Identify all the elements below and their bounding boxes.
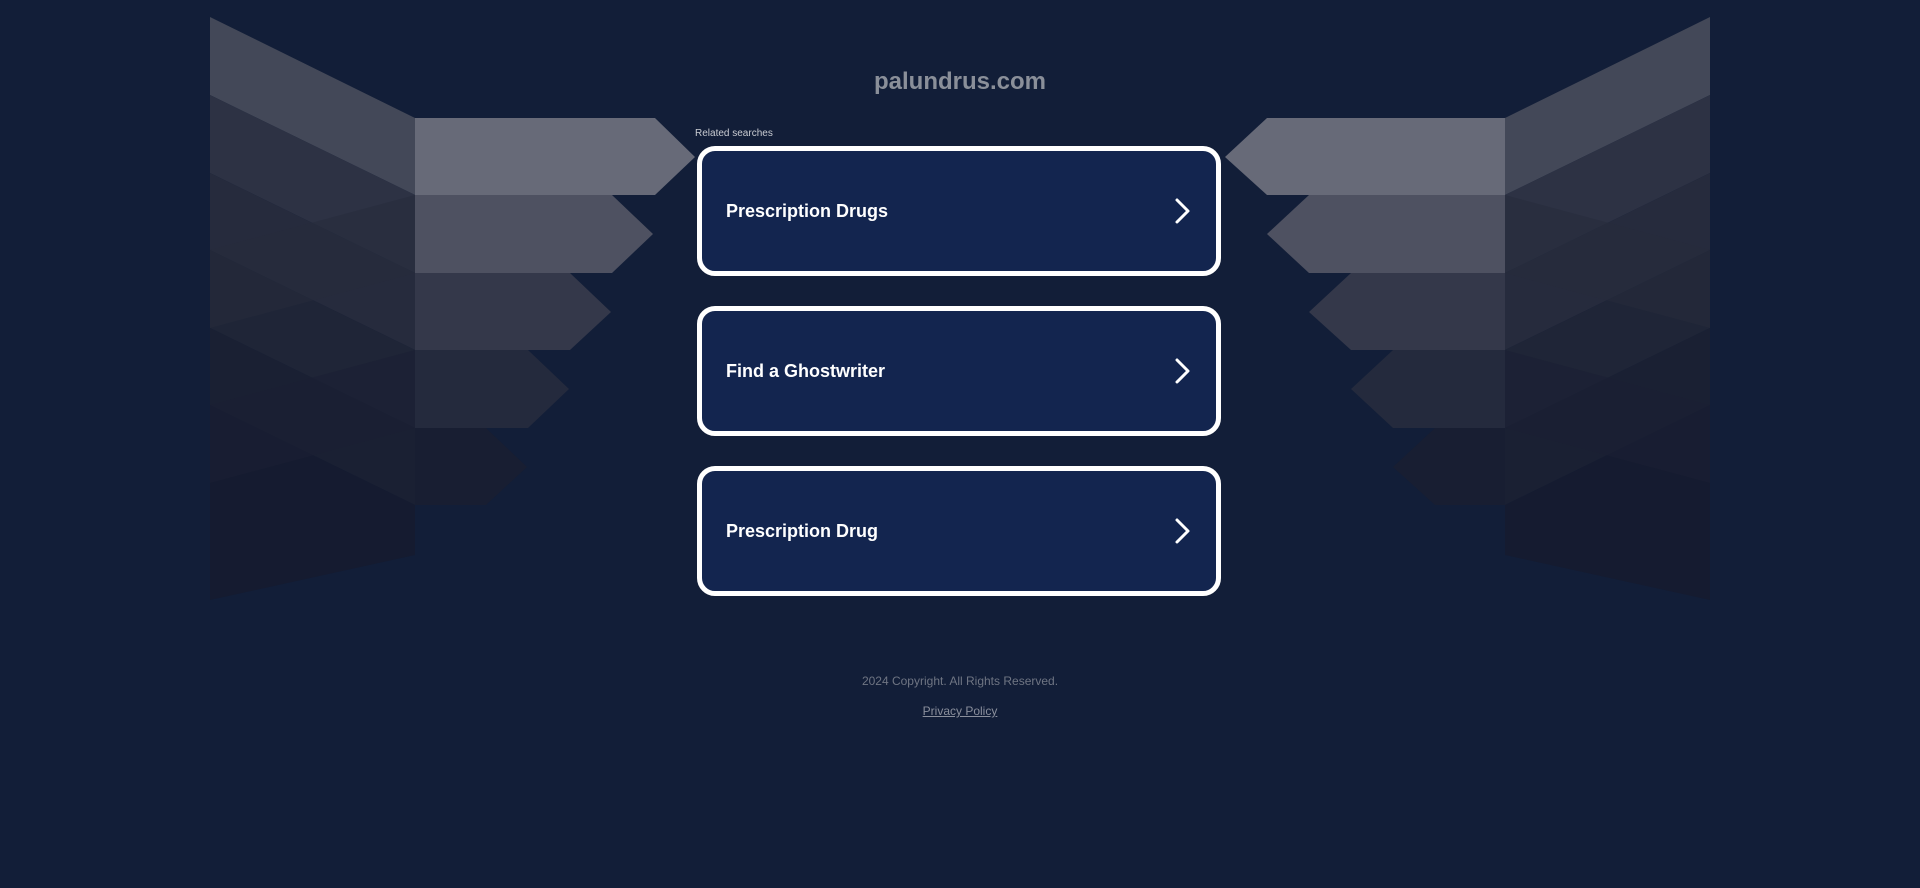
related-search-link-find-a-ghostwriter[interactable]: Find a Ghostwriter — [697, 306, 1221, 436]
related-search-label: Find a Ghostwriter — [726, 361, 886, 381]
background-wings-art — [210, 17, 1710, 600]
chevron-right-icon — [1175, 198, 1190, 224]
domain-title: palundrus.com — [873, 68, 1047, 95]
related-search-link-prescription-drug[interactable]: Prescription Drug — [697, 466, 1221, 596]
related-searches-label: Related searches — [695, 128, 773, 139]
related-search-link-prescription-drugs[interactable]: Prescription Drugs — [697, 146, 1221, 276]
parked-domain-page: palundrus.com Related searches Prescript… — [0, 0, 1920, 888]
copyright-text: 2024 Copyright. All Rights Reserved. — [861, 674, 1059, 688]
related-search-label: Prescription Drug — [726, 521, 879, 541]
privacy-policy-container: Privacy Policy — [0, 704, 1920, 718]
privacy-policy-link[interactable]: Privacy Policy — [923, 704, 998, 718]
chevron-right-icon — [1175, 358, 1190, 384]
related-search-label: Prescription Drugs — [726, 201, 889, 221]
chevron-right-icon — [1175, 518, 1190, 544]
